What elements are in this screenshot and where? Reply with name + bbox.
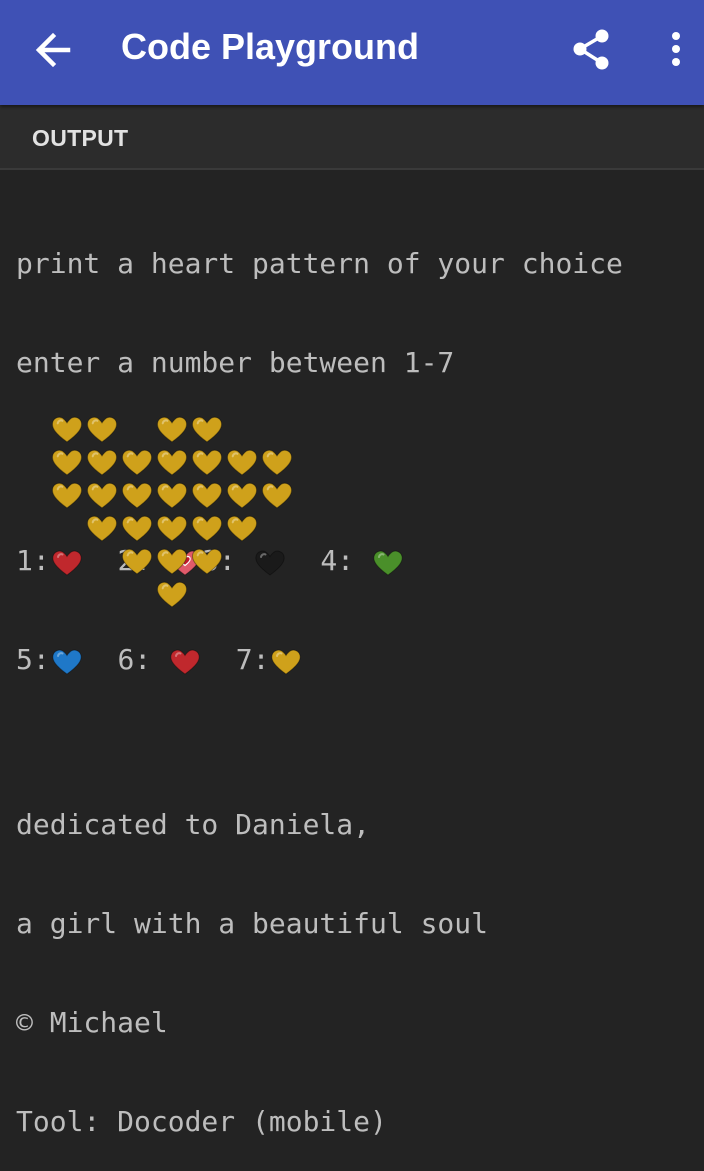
yellow-heart-icon <box>189 544 225 578</box>
yellow-heart-icon <box>154 478 190 512</box>
option-label: 7: <box>235 643 270 676</box>
blue-heart-icon <box>50 645 84 678</box>
more-options-button[interactable] <box>660 25 694 75</box>
more-vert-icon <box>672 32 680 66</box>
yellow-heart-icon <box>154 577 190 611</box>
yellow-heart-icon <box>119 511 155 545</box>
back-button[interactable] <box>30 27 80 73</box>
yellow-heart-icon <box>49 412 85 446</box>
heart-options-row-1: 1: 2: 3: 4: <box>16 544 696 577</box>
yellow-heart-icon <box>119 544 155 578</box>
console-line-instruction: enter a number between 1-7 <box>16 346 455 379</box>
yellow-heart-icon <box>84 412 120 446</box>
yellow-heart-icon <box>119 445 155 479</box>
red-heart-icon <box>50 546 84 579</box>
yellow-heart-icon <box>189 412 225 446</box>
yellow-heart-icon <box>224 445 260 479</box>
copyright-line: © Michael <box>16 1006 168 1039</box>
red-heart-icon <box>168 645 202 678</box>
option-label: 1: <box>16 544 50 577</box>
share-icon <box>573 29 609 70</box>
share-button[interactable] <box>567 25 617 75</box>
console-line-prompt: print a heart pattern of your choice <box>16 247 623 280</box>
app-bar: Code Playground <box>0 0 704 105</box>
yellow-heart-icon <box>84 511 120 545</box>
yellow-heart-icon <box>84 445 120 479</box>
option-label: 6: <box>117 643 152 676</box>
yellow-heart-icon <box>154 544 190 578</box>
option-label: 5: <box>16 643 50 676</box>
yellow-heart-icon <box>154 412 190 446</box>
yellow-heart-icon <box>259 445 295 479</box>
yellow-heart-icon <box>154 445 190 479</box>
dedication-line-2: a girl with a beautiful soul <box>16 907 489 940</box>
yellow-heart-icon <box>84 478 120 512</box>
dedication-line-1: dedicated to Daniela, <box>16 808 371 841</box>
tool-line: Tool: Docoder (mobile) <box>16 1105 387 1138</box>
app-title: Code Playground <box>121 26 420 67</box>
yellow-heart-icon <box>189 478 225 512</box>
yellow-heart-icon <box>189 445 225 479</box>
output-tab-bar: OUTPUT <box>0 105 704 170</box>
black-heart-icon <box>253 546 287 579</box>
green-heart-icon <box>371 546 405 579</box>
yellow-heart-icon <box>259 478 295 512</box>
arrow-back-icon <box>35 32 71 68</box>
yellow-heart-icon <box>189 511 225 545</box>
heart-options-row-2: 5: 6: 7: <box>16 643 696 676</box>
yellow-heart-icon <box>269 645 303 678</box>
yellow-heart-icon <box>154 511 190 545</box>
yellow-heart-icon <box>224 478 260 512</box>
yellow-heart-icon <box>49 445 85 479</box>
tab-output[interactable]: OUTPUT <box>32 125 128 152</box>
dedication-text: dedicated to Daniela, a girl with a beau… <box>16 742 488 1171</box>
yellow-heart-icon <box>119 478 155 512</box>
option-label: 4: <box>320 544 355 577</box>
yellow-heart-icon <box>224 511 260 545</box>
yellow-heart-icon <box>49 478 85 512</box>
